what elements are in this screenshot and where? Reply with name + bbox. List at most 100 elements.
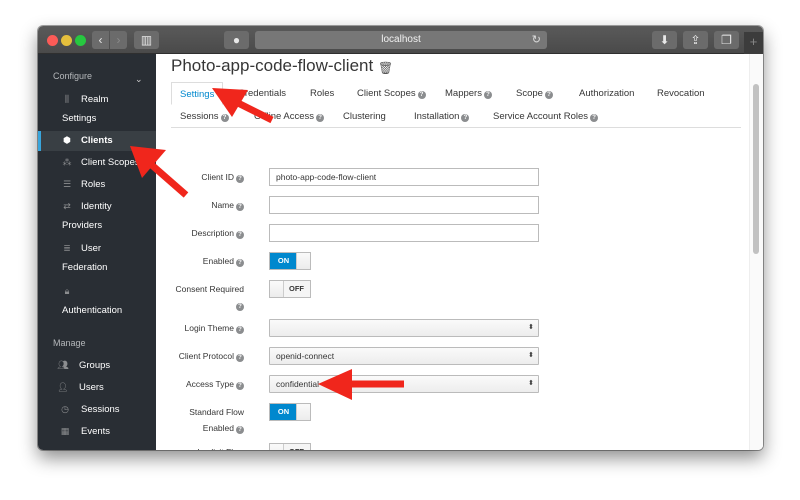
help-icon: ? bbox=[236, 259, 244, 267]
tab-clustering[interactable]: Clustering bbox=[343, 105, 386, 128]
tab-overview-button[interactable]: ❐ bbox=[714, 31, 739, 49]
implicit-flow-toggle[interactable]: OFF bbox=[269, 443, 311, 450]
tab-mappers[interactable]: Mappers? bbox=[445, 82, 492, 105]
sidebar-item-realm-settings[interactable]: ⫼ Realm bbox=[38, 90, 156, 110]
tab-authorization[interactable]: Authorization bbox=[579, 82, 634, 105]
list-icon: ☰ bbox=[62, 179, 72, 189]
download-icon: ⬇ bbox=[659, 33, 670, 47]
help-icon: ? bbox=[236, 382, 244, 390]
shield-icon: ● bbox=[232, 33, 241, 47]
page-scrollbar[interactable] bbox=[749, 54, 763, 450]
select-arrows-icon: ⬍ bbox=[528, 352, 534, 359]
sidebar-item-authentication[interactable]: 🔒︎ bbox=[38, 282, 156, 302]
scrollbar-thumb[interactable] bbox=[753, 84, 759, 254]
tabs-row-2: Sessions? Offline Access? Clustering Ins… bbox=[171, 105, 741, 128]
address-bar[interactable]: localhost ↻ bbox=[255, 31, 547, 49]
consent-required-label: Consent Required? bbox=[175, 284, 244, 311]
name-input[interactable] bbox=[269, 196, 539, 214]
lock-icon: 🔒︎ bbox=[64, 286, 70, 296]
access-type-select[interactable]: confidential ⬍ bbox=[269, 375, 539, 393]
client-settings-panel: Photo-app-code-flow-client 🗑︎ Settings C… bbox=[156, 54, 763, 450]
sidebar-item-clients[interactable]: ⬢ Clients bbox=[38, 131, 156, 151]
help-icon: ? bbox=[461, 114, 470, 122]
help-icon: ? bbox=[236, 203, 244, 211]
help-icon: ? bbox=[236, 426, 244, 434]
tab-service-account-roles[interactable]: Service Account Roles? bbox=[493, 105, 599, 128]
login-theme-select[interactable]: ⬍ bbox=[269, 319, 539, 337]
sidebar-icon: ▥ bbox=[140, 33, 153, 47]
tabs-row-1: Settings Credentials Roles Client Scopes… bbox=[171, 82, 741, 105]
configure-section-title: Configure bbox=[53, 71, 93, 81]
tab-sessions[interactable]: Sessions? bbox=[180, 105, 229, 128]
sidebar-item-identity-providers-label2[interactable]: Providers bbox=[62, 220, 102, 231]
forward-button[interactable]: › bbox=[110, 31, 127, 49]
description-label: Description? bbox=[191, 225, 244, 241]
sidebar-toggle-button[interactable]: ▥ bbox=[134, 31, 159, 49]
downloads-button[interactable]: ⬇ bbox=[652, 31, 677, 49]
client-id-input[interactable]: photo-app-code-flow-client bbox=[269, 168, 539, 186]
reload-icon[interactable]: ↻ bbox=[532, 31, 541, 49]
sidebar-item-identity-providers[interactable]: ⇄ Identity bbox=[38, 197, 156, 217]
name-label: Name? bbox=[211, 197, 244, 213]
select-arrows-icon: ⬍ bbox=[528, 324, 534, 331]
database-icon: ≣ bbox=[63, 243, 71, 253]
help-icon: ? bbox=[236, 354, 244, 362]
sidebar-item-groups[interactable]: 👥︎ Groups bbox=[38, 356, 156, 376]
chevron-down-icon[interactable]: ⌄ bbox=[135, 74, 143, 85]
url-text: localhost bbox=[381, 34, 421, 45]
sidebar-item-realm-settings-label2[interactable]: Settings bbox=[62, 113, 96, 124]
sidebar-item-authentication-label[interactable]: Authentication bbox=[62, 305, 122, 316]
minimize-window-button[interactable] bbox=[61, 35, 72, 46]
cubes-icon: ⁂ bbox=[62, 157, 72, 167]
back-button[interactable]: ‹ bbox=[92, 31, 109, 49]
access-type-label: Access Type? bbox=[186, 376, 244, 392]
privacy-report-button[interactable]: ● bbox=[224, 31, 249, 49]
calendar-icon: ▦ bbox=[60, 426, 70, 436]
tab-offline-access[interactable]: Offline Access? bbox=[254, 105, 325, 128]
help-icon: ? bbox=[236, 326, 244, 334]
tab-client-scopes[interactable]: Client Scopes? bbox=[357, 82, 426, 105]
tab-roles[interactable]: Roles bbox=[310, 82, 334, 105]
sidebar-item-users[interactable]: 👤︎ Users bbox=[38, 378, 156, 398]
help-icon: ? bbox=[220, 114, 229, 122]
consent-required-toggle[interactable]: OFF bbox=[269, 280, 311, 298]
sidebar-item-sessions[interactable]: ◷ Sessions bbox=[38, 400, 156, 420]
admin-sidebar: Configure ⌄ ⫼ Realm Settings ⬢ Clients ⁂… bbox=[38, 54, 156, 450]
sliders-icon: ⫼ bbox=[64, 94, 70, 104]
exchange-icon: ⇄ bbox=[63, 201, 71, 211]
sidebar-item-client-scopes[interactable]: ⁂ Client Scopes bbox=[38, 153, 156, 173]
browser-window: ‹ › ▥ ● localhost ↻ ⬇ ⇪ ❐ + Configure ⌄ … bbox=[38, 26, 763, 450]
select-arrows-icon: ⬍ bbox=[528, 380, 534, 387]
login-theme-label: Login Theme? bbox=[185, 320, 244, 336]
help-icon: ? bbox=[483, 91, 492, 99]
cube-icon: ⬢ bbox=[63, 135, 71, 145]
tab-installation[interactable]: Installation? bbox=[414, 105, 470, 128]
sidebar-item-events[interactable]: ▦ Events bbox=[38, 422, 156, 442]
users-icon: 👥︎ bbox=[57, 360, 69, 370]
trash-icon[interactable]: 🗑︎ bbox=[378, 61, 393, 75]
chevron-right-icon: › bbox=[116, 33, 121, 47]
tab-settings[interactable]: Settings bbox=[171, 82, 224, 105]
maximize-window-button[interactable] bbox=[75, 35, 86, 46]
client-protocol-label: Client Protocol? bbox=[179, 348, 244, 364]
share-button[interactable]: ⇪ bbox=[683, 31, 708, 49]
client-protocol-select[interactable]: openid-connect ⬍ bbox=[269, 347, 539, 365]
help-icon: ? bbox=[590, 114, 599, 122]
description-input[interactable] bbox=[269, 224, 539, 242]
sidebar-item-user-federation-label2[interactable]: Federation bbox=[62, 262, 107, 273]
plus-icon: + bbox=[749, 34, 758, 49]
standard-flow-toggle[interactable]: ON bbox=[269, 403, 311, 421]
enabled-toggle[interactable]: ON bbox=[269, 252, 311, 270]
tab-revocation[interactable]: Revocation bbox=[657, 82, 705, 105]
clock-icon: ◷ bbox=[61, 404, 69, 414]
help-icon: ? bbox=[236, 231, 244, 239]
manage-section-title: Manage bbox=[53, 338, 86, 348]
new-tab-button[interactable]: + bbox=[744, 32, 763, 54]
sidebar-item-user-federation[interactable]: ≣ User bbox=[38, 239, 156, 259]
implicit-flow-label: Implicit FlowEnabled? bbox=[197, 444, 244, 450]
tab-scope[interactable]: Scope? bbox=[516, 82, 553, 105]
help-icon: ? bbox=[316, 114, 325, 122]
close-window-button[interactable] bbox=[47, 35, 58, 46]
tab-credentials[interactable]: Credentials bbox=[238, 82, 286, 105]
sidebar-item-roles[interactable]: ☰ Roles bbox=[38, 175, 156, 195]
